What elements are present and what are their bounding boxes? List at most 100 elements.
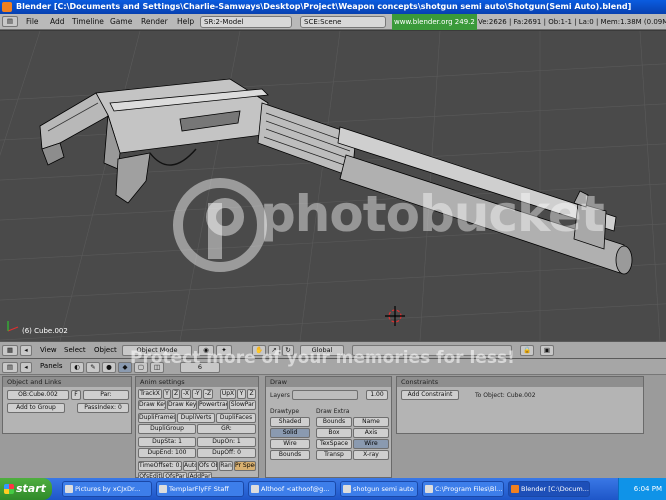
script-context-icon[interactable]: ✎ bbox=[86, 362, 100, 373]
view-editor-type-icon[interactable]: ▦ bbox=[2, 345, 18, 356]
shading-context-icon[interactable]: ● bbox=[102, 362, 116, 373]
powertrack-button[interactable]: Powertrack bbox=[198, 400, 228, 410]
to-object-label: To Object: Cube.002 bbox=[475, 392, 536, 399]
track-z-button[interactable]: Z bbox=[172, 389, 180, 399]
draw-key-sel-button[interactable]: Draw Key Sel bbox=[167, 400, 197, 410]
extra-texspace-button[interactable]: TexSpace bbox=[316, 439, 352, 449]
render-preview-icon[interactable]: ▣ bbox=[540, 345, 554, 356]
pr-speed-button[interactable]: Pr Speed bbox=[234, 461, 256, 471]
menu-help[interactable]: Help bbox=[177, 14, 194, 30]
menu-add[interactable]: Add bbox=[50, 14, 65, 30]
taskbar-item[interactable]: C:\Program Files\Bl... bbox=[422, 481, 504, 497]
up-z-button[interactable]: Z bbox=[247, 389, 256, 399]
taskbar-item[interactable]: TemplarFlyFF Staff bbox=[156, 481, 244, 497]
menu-select[interactable]: Select bbox=[64, 342, 86, 359]
object-name-field[interactable]: OB:Cube.002 bbox=[7, 390, 69, 400]
dupli-group-button[interactable]: DupliGroup bbox=[138, 424, 196, 434]
start-button[interactable]: start bbox=[0, 478, 52, 500]
drawtype-wire-button[interactable]: Wire bbox=[270, 439, 310, 449]
draw-panel: Draw Layers 1.00 Drawtype Draw Extra Sha… bbox=[265, 376, 392, 478]
3d-viewport[interactable]: (6) Cube.002 bbox=[0, 31, 666, 341]
constraints-panel: Constraints Add Constraint To Object: Cu… bbox=[396, 376, 644, 434]
track-x-button[interactable]: TrackX bbox=[138, 389, 162, 399]
logic-context-icon[interactable]: ◐ bbox=[70, 362, 84, 373]
blender-app-icon bbox=[2, 2, 12, 12]
menu-view[interactable]: View bbox=[40, 342, 57, 359]
up-y-button[interactable]: Y bbox=[237, 389, 246, 399]
object-layer-buttons[interactable] bbox=[292, 390, 358, 400]
drawtype-solid-button[interactable]: Solid bbox=[270, 428, 310, 438]
draw-extra-label: Draw Extra bbox=[316, 408, 350, 415]
window-title-bar: Blender [C:\Documents and Settings\Charl… bbox=[0, 0, 666, 14]
buttons-window: ▤ ◂ Panels ◐ ✎ ● ◆ ▢ ◫ 6 Object and Link… bbox=[0, 358, 666, 482]
dupli-verts-button[interactable]: DupliVerts bbox=[177, 413, 215, 423]
track-negz-button[interactable]: -Z bbox=[203, 389, 213, 399]
menu-object[interactable]: Object bbox=[94, 342, 117, 359]
windows-taskbar: start Pictures by xCJxDr... TemplarFlyFF… bbox=[0, 478, 666, 500]
scene-stats: Ve:2626 | Fa:2691 | Ob:1-1 | La:0 | Mem:… bbox=[478, 18, 666, 26]
anim-settings-panel: Anim settings TrackX Y Z -X -Y -Z UpX Y … bbox=[135, 376, 259, 482]
ran-button[interactable]: Ran bbox=[219, 461, 233, 471]
dup-off-field[interactable]: DupOff: 0 bbox=[197, 448, 256, 458]
extra-wire-button[interactable]: Wire bbox=[353, 439, 389, 449]
track-y-button[interactable]: Y bbox=[163, 389, 171, 399]
taskbar-item[interactable]: Althoof <athoof@g... bbox=[248, 481, 336, 497]
parent-field[interactable]: Par: bbox=[83, 390, 129, 400]
track-negx-button[interactable]: -X bbox=[181, 389, 191, 399]
fake-user-button[interactable]: F bbox=[71, 390, 81, 400]
anim-settings-title: Anim settings bbox=[136, 377, 258, 387]
windows-flag-icon bbox=[4, 484, 14, 494]
layers-label: Layers bbox=[270, 392, 290, 399]
lock-icon[interactable]: 🔒 bbox=[520, 345, 534, 356]
clock[interactable]: 6:04 PM bbox=[634, 485, 662, 493]
dup-end-field[interactable]: DupEnd: 100 bbox=[138, 448, 196, 458]
folder-icon bbox=[343, 485, 351, 493]
drawtype-bounds-button[interactable]: Bounds bbox=[270, 450, 310, 460]
screen-selector[interactable]: SR:2-Model bbox=[200, 16, 292, 28]
window-title: Blender [C:\Documents and Settings\Charl… bbox=[16, 2, 632, 11]
time-offset-field[interactable]: TimeOffset: 0.00 bbox=[138, 461, 182, 471]
dup-sta-field[interactable]: DupSta: 1 bbox=[138, 437, 196, 447]
draw-key-button[interactable]: Draw Key bbox=[138, 400, 166, 410]
group-field[interactable]: GR: bbox=[197, 424, 256, 434]
buttons-collapse-icon[interactable]: ◂ bbox=[20, 362, 32, 373]
browser-icon bbox=[159, 485, 167, 493]
object-links-title: Object and Links bbox=[3, 377, 131, 387]
menu-file[interactable]: File bbox=[26, 14, 39, 30]
draw-scale-field[interactable]: 1.00 bbox=[366, 390, 388, 400]
extra-box-selector[interactable]: Box bbox=[316, 428, 352, 438]
buttons-editor-type-icon[interactable]: ▤ bbox=[2, 362, 18, 373]
up-x-button[interactable]: UpX bbox=[220, 389, 236, 399]
watermark-tagline: Protect more of your memories for less! bbox=[130, 348, 515, 368]
slow-par-button[interactable]: SlowPar bbox=[229, 400, 256, 410]
menu-game[interactable]: Game bbox=[110, 14, 132, 30]
blender-website-label: www.blender.org 249.2 bbox=[392, 14, 477, 30]
ofs-ob-button[interactable]: Ofs Ob bbox=[198, 461, 218, 471]
extra-bounds-button[interactable]: Bounds bbox=[316, 417, 352, 427]
editor-type-icon[interactable]: ▤ bbox=[2, 16, 18, 27]
add-constraint-button[interactable]: Add Constraint bbox=[401, 390, 459, 400]
taskbar-item[interactable]: Pictures by xCJxDr... bbox=[62, 481, 152, 497]
taskbar-item-active[interactable]: Blender [C:\Docum... bbox=[508, 481, 590, 497]
track-negy-button[interactable]: -Y bbox=[192, 389, 202, 399]
dupli-frames-button[interactable]: DupliFrames bbox=[138, 413, 176, 423]
extra-transp-button[interactable]: Transp bbox=[316, 450, 352, 460]
menu-timeline[interactable]: Timeline bbox=[72, 14, 104, 30]
browser-icon bbox=[65, 485, 73, 493]
shotgun-model bbox=[39, 78, 633, 275]
dupli-faces-button[interactable]: DupliFaces bbox=[216, 413, 256, 423]
add-to-group-button[interactable]: Add to Group bbox=[7, 403, 65, 413]
dup-on-field[interactable]: DupOn: 1 bbox=[197, 437, 256, 447]
header-collapse-icon[interactable]: ◂ bbox=[20, 345, 32, 356]
extra-xray-button[interactable]: X-ray bbox=[353, 450, 389, 460]
extra-axis-button[interactable]: Axis bbox=[353, 428, 389, 438]
drawtype-shaded-button[interactable]: Shaded bbox=[270, 417, 310, 427]
axis-widget bbox=[7, 321, 19, 332]
auto-button[interactable]: Auto bbox=[183, 461, 197, 471]
scene-selector[interactable]: SCE:Scene bbox=[300, 16, 386, 28]
constraints-title: Constraints bbox=[397, 377, 643, 387]
extra-name-button[interactable]: Name bbox=[353, 417, 389, 427]
pass-index-field[interactable]: PassIndex: 0 bbox=[77, 403, 129, 413]
taskbar-item[interactable]: shotgun semi auto bbox=[340, 481, 418, 497]
menu-render[interactable]: Render bbox=[141, 14, 168, 30]
